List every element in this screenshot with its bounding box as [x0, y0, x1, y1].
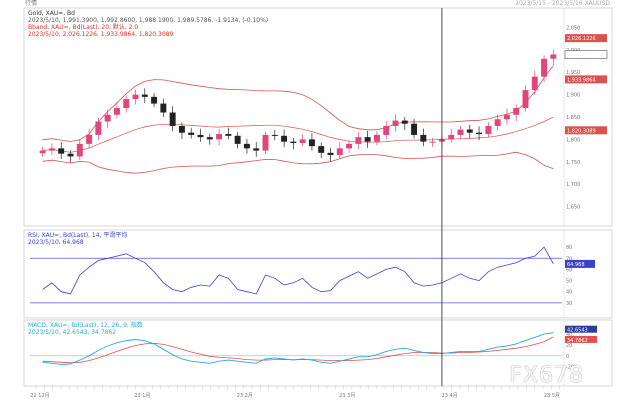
x-axis-month-label: 23 3月	[339, 393, 355, 399]
candle-body	[466, 129, 473, 133]
candle-body	[411, 123, 418, 135]
macd-signal-line	[42, 336, 554, 364]
candle-body	[522, 90, 529, 109]
window-date-range: 2023/5/15 - 2023/5/16 XAUUSD	[515, 0, 610, 7]
candle-body	[160, 103, 167, 113]
candle-body	[550, 54, 557, 59]
price-marker-label: 1,820.3089	[567, 128, 596, 134]
candle-body	[151, 96, 158, 104]
candle-body	[531, 76, 538, 91]
candle-body	[141, 94, 148, 97]
price-marker-label: 2,026.1226	[567, 36, 596, 42]
x-axis-month-label: 22 12月	[30, 393, 49, 399]
price-axis-tick-label: 1,650	[566, 205, 580, 211]
candle-body	[364, 137, 371, 142]
bband-lower-line	[42, 151, 554, 174]
candle-body	[178, 125, 185, 133]
candle-body	[281, 135, 288, 142]
candle-body	[383, 125, 390, 135]
candle-body	[494, 119, 501, 126]
price-panel-frame	[23, 7, 613, 227]
x-axis-month-label: 23 2月	[237, 393, 253, 399]
candle-body	[308, 139, 315, 147]
macd-axis-tick-label: 0	[566, 354, 569, 360]
rsi-marker-label: 64.968	[567, 262, 585, 268]
candle-body	[113, 108, 120, 115]
price-marker-label: 1,933.9864	[567, 77, 596, 83]
macd-marker-label: 42.6543	[567, 328, 588, 334]
rsi-axis-tick-label: 80	[566, 245, 572, 251]
candle-body	[541, 58, 548, 77]
x-axis-month-label: 23 5月	[544, 393, 560, 399]
rsi-line	[42, 246, 554, 295]
candle-body	[76, 143, 83, 157]
candle-body	[513, 108, 520, 115]
price-axis-tick-label: 1,950	[566, 70, 580, 76]
candle-body	[104, 114, 111, 122]
candle-body	[95, 121, 102, 135]
candle-body	[234, 135, 241, 144]
rsi-axis-tick-label: 40	[566, 290, 572, 296]
candle-body	[243, 143, 250, 149]
candle-body	[253, 148, 260, 151]
candle-body	[206, 137, 213, 140]
candle-body	[457, 129, 464, 135]
macd-values: 2023/5/10, 42.6543, 34.7862	[28, 329, 117, 336]
candle-body	[216, 134, 223, 140]
candle-body	[132, 94, 139, 100]
candle-body	[67, 153, 74, 157]
candle-body	[58, 148, 65, 154]
rsi-axis-tick-label: 60	[566, 267, 572, 273]
candle-body	[262, 134, 269, 151]
candle-body	[197, 134, 204, 138]
candle-body	[448, 134, 455, 140]
candle-body	[476, 132, 483, 135]
rsi-panel-frame	[23, 229, 613, 319]
chart-canvas[interactable]: 2,0502,0001,9501,9001,8501,8001,7501,700…	[22, 0, 614, 400]
candle-body	[503, 114, 510, 120]
price-axis-tick-label: 2,050	[566, 25, 580, 31]
candle-body	[318, 146, 325, 153]
rsi-axis-tick-label: 30	[566, 301, 572, 307]
price-axis-tick-label: 1,750	[566, 160, 580, 166]
window-title: 行情	[25, 0, 38, 7]
candle-body	[225, 134, 232, 136]
candle-body	[48, 148, 55, 151]
x-axis-month-label: 23 4月	[442, 393, 458, 399]
candle-body	[123, 99, 130, 109]
candle-body	[346, 143, 353, 149]
price-axis-tick-label: 1,900	[566, 93, 580, 99]
candle-body	[169, 112, 176, 126]
candle-body	[188, 132, 195, 135]
candle-body	[299, 139, 306, 143]
candle-body	[271, 134, 278, 136]
chart-window: 2,0502,0001,9501,9001,8501,8001,7501,700…	[22, 0, 614, 400]
candle-body	[401, 120, 408, 124]
bband-values: 2023/5/10, 2,026.1226, 1,933.9864, 1,820…	[28, 31, 174, 38]
candle-body	[485, 125, 492, 135]
candle-body	[327, 152, 334, 156]
candle-body	[86, 134, 93, 144]
bband-middle-line	[42, 116, 554, 153]
rsi-axis-tick-label: 50	[566, 279, 572, 285]
candle-body	[429, 141, 436, 143]
bband-upper-line	[42, 65, 554, 142]
candle-body	[290, 141, 297, 143]
candle-body	[39, 150, 46, 154]
price-axis-tick-label: 1,700	[566, 182, 580, 188]
candle-body	[392, 120, 399, 126]
macd-marker-label: 34.7862	[567, 338, 588, 344]
price-marker-label: 1,989.5786	[567, 52, 596, 58]
fx678-watermark: FX678	[509, 363, 584, 388]
candle-body	[373, 134, 380, 142]
macd-line	[42, 332, 554, 365]
candle-body	[336, 148, 343, 156]
candle-body	[355, 137, 362, 144]
x-axis-month-label: 23 1月	[134, 393, 150, 399]
price-axis-tick-label: 1,850	[566, 115, 580, 121]
price-axis-tick-label: 1,800	[566, 137, 580, 143]
candle-body	[420, 134, 427, 142]
rsi-values: 2023/5/10, 64.968	[28, 239, 84, 246]
